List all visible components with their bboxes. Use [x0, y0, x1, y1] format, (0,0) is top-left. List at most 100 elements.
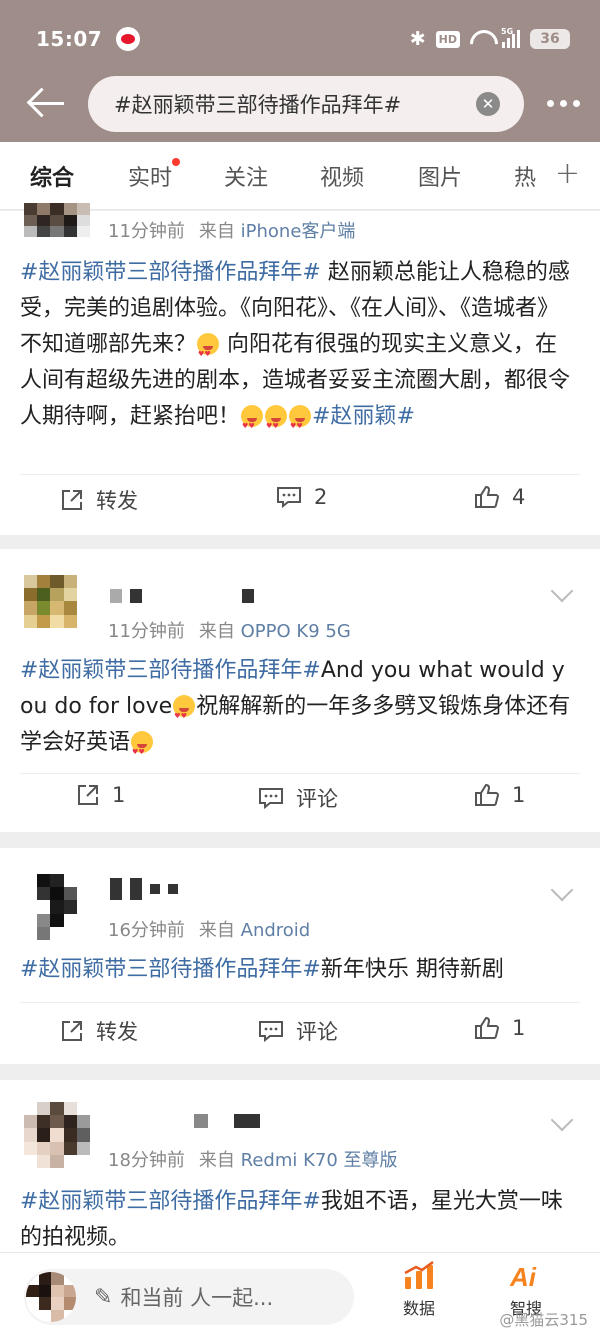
- post-time: 11分钟前: [108, 221, 185, 242]
- post-meta: 16分钟前 来自 Android: [108, 916, 310, 942]
- repost-button[interactable]: 1: [76, 783, 125, 807]
- post-meta: 11分钟前 来自 iPhone客户端: [108, 217, 355, 243]
- like-count: 1: [512, 1016, 526, 1040]
- divider: [20, 773, 580, 774]
- status-bar: 15:07 ✱ HD 5G 36: [36, 22, 570, 56]
- comment-button[interactable]: 评论: [258, 1016, 338, 1046]
- like-count: 1: [512, 783, 526, 807]
- comment-icon: [277, 487, 301, 509]
- search-input[interactable]: #赵丽颖带三部待播作品拜年# ✕: [88, 76, 524, 132]
- username-redacted[interactable]: [110, 1114, 260, 1128]
- repost-icon: [62, 490, 82, 510]
- post-actions: 转发 评论 1: [0, 1016, 600, 1056]
- topic-hashtag[interactable]: #赵丽颖带三部待播作品拜年#: [20, 260, 321, 285]
- svg-text:Ai: Ai: [509, 1262, 537, 1291]
- like-button[interactable]: 1: [474, 783, 525, 807]
- divider: [20, 474, 580, 475]
- tab-video[interactable]: 视频: [320, 160, 364, 192]
- repost-icon: [62, 1021, 82, 1041]
- feed-post: 18分钟前 来自 Redmi K70 至尊版 #赵丽颖带三部待播作品拜年#我姐不语…: [0, 1080, 600, 1260]
- back-arrow-icon[interactable]: [28, 86, 68, 120]
- chevron-down-icon[interactable]: [550, 1108, 574, 1132]
- thumbs-up-icon: [475, 1016, 500, 1039]
- topic-hashtag[interactable]: #赵丽颖带三部待播作品拜年#: [20, 658, 321, 683]
- comment-button[interactable]: 评论: [258, 783, 338, 813]
- smitten-emoji-icon: [265, 405, 288, 444]
- repost-button[interactable]: 转发: [60, 1016, 138, 1046]
- data-button[interactable]: 数据: [402, 1261, 436, 1319]
- post-from-label: 来自: [198, 1150, 235, 1171]
- post-time: 18分钟前: [108, 1150, 185, 1171]
- avatar[interactable]: [24, 874, 90, 940]
- data-label: 数据: [402, 1299, 435, 1318]
- smitten-emoji-icon: [173, 695, 196, 734]
- comment-button[interactable]: 2: [276, 485, 327, 509]
- search-tabs: 综合 实时 关注 视频 图片 热 +: [0, 142, 600, 210]
- chevron-down-icon[interactable]: [550, 878, 574, 902]
- smitten-emoji-icon: [131, 731, 154, 770]
- post-body: #赵丽颖带三部待播作品拜年#And you what would you do …: [20, 653, 578, 770]
- post-time: 16分钟前: [108, 920, 185, 941]
- like-button[interactable]: 1: [474, 1016, 525, 1040]
- user-avatar: [26, 1272, 76, 1322]
- like-count: 4: [512, 485, 526, 509]
- bluetooth-icon: ✱: [409, 28, 426, 50]
- tab-hot[interactable]: 热: [514, 160, 536, 192]
- pencil-icon: ✎: [94, 1284, 113, 1310]
- topic-hashtag[interactable]: #赵丽颖#: [312, 404, 415, 429]
- post-source: OPPO K9 5G: [240, 621, 351, 642]
- post-actions: 转发 2 4: [0, 485, 600, 525]
- add-tab-icon[interactable]: +: [555, 156, 580, 191]
- avatar[interactable]: [24, 1102, 90, 1168]
- topic-hashtag[interactable]: #赵丽颖带三部待播作品拜年#: [20, 957, 321, 982]
- chevron-down-icon[interactable]: [550, 579, 574, 603]
- post-source: Android: [240, 920, 311, 941]
- repost-button[interactable]: 转发: [60, 485, 138, 515]
- clear-search-icon[interactable]: ✕: [476, 92, 500, 116]
- smitten-emoji-icon: [289, 405, 312, 444]
- comment-label: 评论: [296, 787, 338, 811]
- thumbs-up-icon: [475, 485, 500, 508]
- username-redacted[interactable]: [110, 589, 254, 603]
- repost-label: 转发: [96, 489, 138, 513]
- tab-images[interactable]: 图片: [418, 160, 462, 192]
- comment-input[interactable]: ✎ 和当前 人一起...: [24, 1269, 354, 1325]
- username-redacted[interactable]: [110, 878, 178, 900]
- smitten-emoji-icon: [241, 405, 264, 444]
- post-from-label: 来自: [198, 920, 235, 941]
- post-from-label: 来自: [198, 221, 235, 242]
- post-from-label: 来自: [198, 621, 235, 642]
- feed-post: 11分钟前 来自 iPhone客户端 #赵丽颖带三部待播作品拜年# 赵丽颖总能让人…: [0, 203, 600, 535]
- avatar[interactable]: [24, 181, 90, 237]
- watermark: @黑猫云315: [499, 1311, 588, 1329]
- comment-label: 评论: [296, 1020, 338, 1044]
- tab-following[interactable]: 关注: [224, 160, 268, 192]
- avatar[interactable]: [24, 575, 90, 641]
- ai-icon: Ai: [509, 1262, 537, 1291]
- topic-hashtag[interactable]: #赵丽颖带三部待播作品拜年#: [20, 1189, 321, 1214]
- thumbs-up-icon: [475, 783, 500, 806]
- post-source: iPhone客户端: [240, 221, 356, 242]
- new-indicator-dot: [172, 158, 181, 166]
- tab-realtime[interactable]: 实时: [128, 158, 181, 192]
- post-text: 新年快乐 期待新剧: [320, 957, 504, 982]
- bottom-bar: ✎ 和当前 人一起... 数据 Ai 智搜 @黑猫云315: [0, 1252, 600, 1340]
- status-time: 15:07: [36, 27, 103, 51]
- bar-chart-icon: [404, 1261, 434, 1289]
- comment-icon: [259, 788, 283, 810]
- divider: [20, 1002, 580, 1003]
- post-source: Redmi K70 至尊版: [240, 1150, 398, 1171]
- post-meta: 11分钟前 来自 OPPO K9 5G: [108, 617, 351, 643]
- battery-indicator: 36: [530, 29, 570, 49]
- more-options-icon[interactable]: [547, 100, 580, 107]
- like-button[interactable]: 4: [474, 485, 525, 509]
- post-meta: 18分钟前 来自 Redmi K70 至尊版: [108, 1146, 398, 1172]
- search-query: #赵丽颖带三部待播作品拜年#: [114, 93, 402, 117]
- post-body: #赵丽颖带三部待播作品拜年#我姐不语，星光大赏一味的拍视频。: [20, 1184, 578, 1256]
- comment-count: 2: [314, 485, 328, 509]
- comment-placeholder: 和当前 人一起...: [120, 1286, 274, 1310]
- post-body: #赵丽颖带三部待播作品拜年#新年快乐 期待新剧: [20, 952, 578, 988]
- cellular-signal-icon: 5G: [501, 27, 520, 48]
- wifi-icon: [470, 30, 492, 48]
- repost-count: 1: [112, 783, 126, 807]
